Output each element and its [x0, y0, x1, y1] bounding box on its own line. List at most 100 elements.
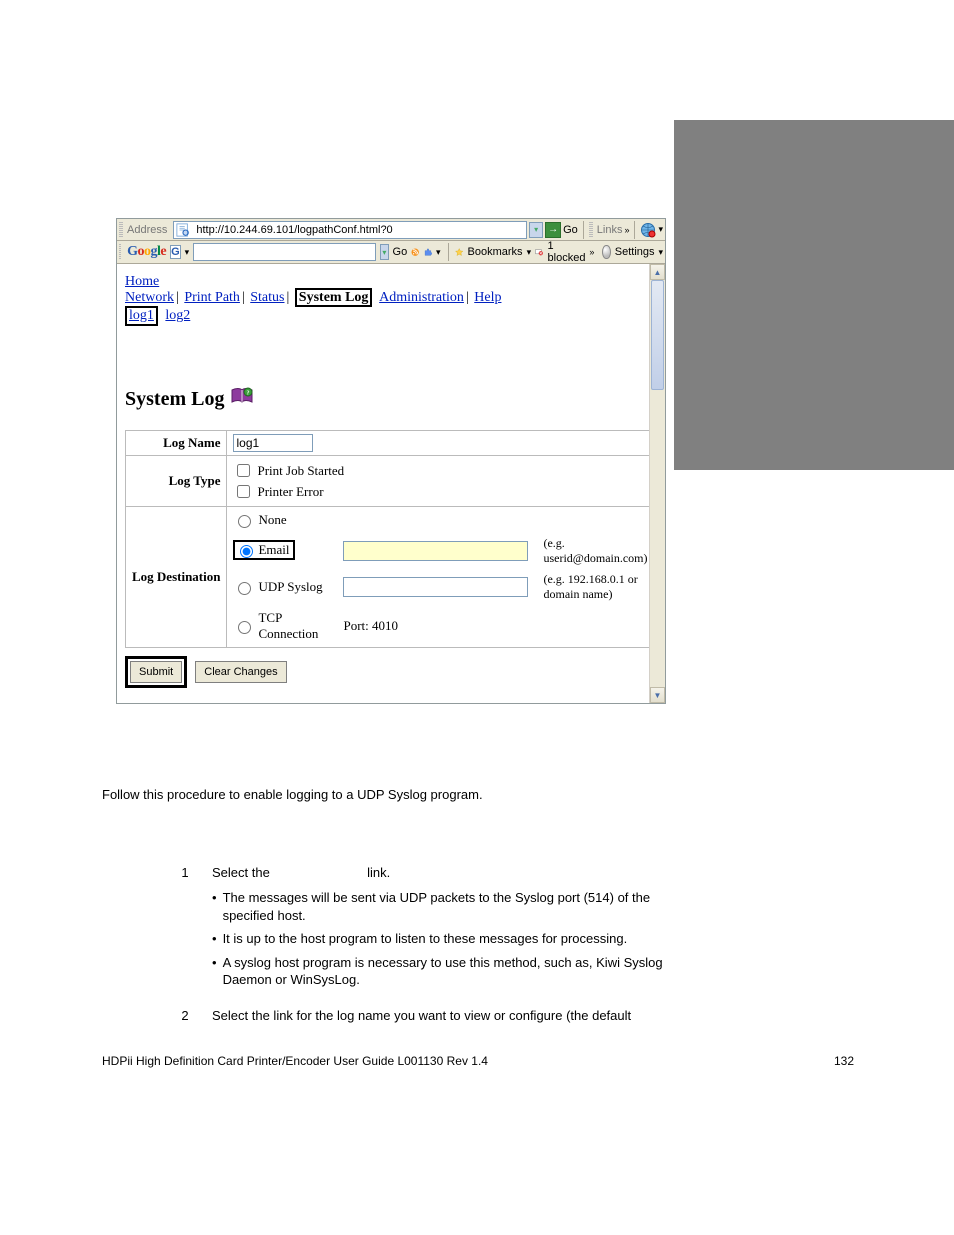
google-g-icon[interactable]: G [170, 245, 181, 259]
radio-email[interactable] [240, 545, 253, 558]
address-field-wrap [173, 221, 527, 239]
radio-label-tcp: TCP Connection [258, 610, 343, 642]
go-arrow-icon: → [545, 222, 561, 238]
toolbar-go-label[interactable]: Go [393, 246, 408, 258]
bullet-2: It is up to the host program to listen t… [223, 930, 628, 948]
check-print-job-started[interactable] [237, 464, 250, 477]
separator-icon [634, 221, 635, 239]
separator-icon [448, 243, 449, 261]
bullet-icon: • [212, 954, 217, 989]
label-log-type: Log Type [126, 456, 227, 507]
bookmarks-label[interactable]: Bookmarks [468, 246, 523, 258]
radio-label-email: Email [258, 542, 289, 558]
footer-left: HDPii High Definition Card Printer/Encod… [102, 1054, 488, 1068]
udp-host-input[interactable] [343, 577, 528, 597]
nav-network[interactable]: Network [125, 290, 174, 305]
submit-button[interactable]: Submit [130, 661, 182, 683]
check-printer-error[interactable] [237, 485, 250, 498]
chevron-right-icon[interactable]: » [624, 225, 629, 235]
google-logo-icon[interactable]: Google [127, 244, 166, 260]
globe-icon[interactable] [640, 222, 656, 238]
address-label: Address [127, 224, 167, 236]
nav-system-log-selected[interactable]: System Log [295, 288, 373, 307]
bullet-icon: • [212, 930, 217, 948]
radio-tcp[interactable] [238, 621, 251, 634]
heading-text: System Log [125, 388, 224, 411]
svg-text:?: ? [247, 391, 250, 397]
settings-label[interactable]: Settings [615, 246, 655, 258]
page-footer: HDPii High Definition Card Printer/Encod… [102, 1054, 854, 1068]
step1-pre: Select the [212, 865, 270, 880]
top-nav: Home Network| Print Path| Status| System… [125, 274, 641, 326]
scroll-up-icon[interactable]: ▲ [650, 264, 665, 280]
port-label: Port: 4010 [343, 618, 543, 634]
nav-log1[interactable]: log1 [129, 308, 154, 323]
chevron-down-icon[interactable]: ▾ [527, 247, 532, 258]
popup-blocked-icon[interactable] [535, 244, 543, 260]
google-search-input[interactable] [193, 243, 376, 261]
radio-label-udp: UDP Syslog [258, 579, 322, 595]
intro-text: Follow this procedure to enable logging … [102, 786, 682, 804]
grip-icon [589, 222, 593, 238]
nav-status[interactable]: Status [250, 290, 284, 305]
content-pane: Home Network| Print Path| Status| System… [117, 263, 665, 703]
bullet-1: The messages will be sent via UDP packet… [223, 889, 682, 924]
grip-icon [119, 222, 123, 238]
go-label: Go [563, 224, 578, 236]
log-name-input[interactable] [233, 434, 313, 452]
check-label-pe: Printer Error [257, 484, 323, 500]
email-input[interactable] [343, 541, 528, 561]
google-toolbar: Google G▾ ▾ Go ▾ Bookmarks▾ 1 blocked » … [117, 241, 665, 263]
nav-print-path[interactable]: Print Path [184, 290, 240, 305]
puzzle-icon[interactable] [424, 244, 432, 260]
step-1-content: Select the link. •The messages will be s… [212, 864, 682, 989]
chevron-down-icon[interactable]: ▾ [185, 247, 190, 258]
radio-none[interactable] [238, 515, 251, 528]
button-row: Submit Clear Changes [125, 656, 641, 688]
nav-help[interactable]: Help [474, 290, 501, 305]
scroll-down-icon[interactable]: ▼ [650, 687, 665, 703]
grip-icon [119, 244, 121, 260]
vertical-scrollbar[interactable]: ▲ ▼ [649, 264, 665, 703]
nav-log2[interactable]: log2 [165, 308, 190, 323]
rss-icon[interactable] [411, 244, 419, 260]
scroll-thumb[interactable] [651, 280, 664, 390]
browser-window: Address ▾ → Go Links » ▾ [116, 218, 666, 704]
nav-home[interactable]: Home [125, 274, 159, 289]
footer-page-number: 132 [834, 1054, 854, 1068]
chevron-down-icon[interactable]: ▾ [658, 224, 663, 235]
radio-label-none: None [258, 512, 286, 528]
radio-email-boxed: Email [233, 540, 294, 560]
clear-changes-button[interactable]: Clear Changes [195, 661, 286, 683]
label-log-name: Log Name [126, 431, 227, 456]
book-help-icon[interactable]: ? [230, 386, 254, 412]
hint-email: (e.g. userid@domain.com) [543, 536, 647, 566]
bullet-3: A syslog host program is necessary to us… [223, 954, 682, 989]
check-label-pjs: Print Job Started [257, 463, 344, 479]
radio-udp-syslog[interactable] [238, 582, 251, 595]
bullet-icon: • [212, 889, 217, 924]
chevron-right-icon[interactable]: » [589, 247, 594, 257]
step-2-content: Select the link for the log name you wan… [212, 1007, 682, 1025]
search-dropdown-icon[interactable]: ▾ [380, 244, 388, 260]
star-icon[interactable] [455, 244, 463, 260]
chevron-down-icon[interactable]: ▾ [659, 247, 664, 258]
hint-udp: (e.g. 192.168.0.1 or domain name) [543, 572, 647, 602]
decorative-sidebar [674, 120, 954, 470]
page-title: System Log ? [125, 386, 641, 412]
separator-icon [583, 221, 584, 239]
settings-orb-icon[interactable] [602, 245, 610, 259]
blocked-label[interactable]: 1 blocked [548, 240, 586, 264]
links-label: Links [597, 224, 623, 236]
go-button[interactable]: → Go [545, 222, 578, 238]
submit-highlight: Submit [125, 656, 187, 688]
config-form: Log Name Log Type Print Job Started Prin… [125, 430, 649, 648]
url-input[interactable] [194, 223, 524, 237]
address-dropdown-icon[interactable]: ▾ [529, 222, 543, 238]
chevron-down-icon[interactable]: ▾ [436, 247, 441, 258]
address-bar: Address ▾ → Go Links » ▾ [117, 219, 665, 241]
label-log-destination: Log Destination [126, 507, 227, 648]
step-number-2: 2 [168, 1007, 202, 1025]
ie-page-icon [176, 223, 190, 237]
nav-administration[interactable]: Administration [379, 290, 464, 305]
